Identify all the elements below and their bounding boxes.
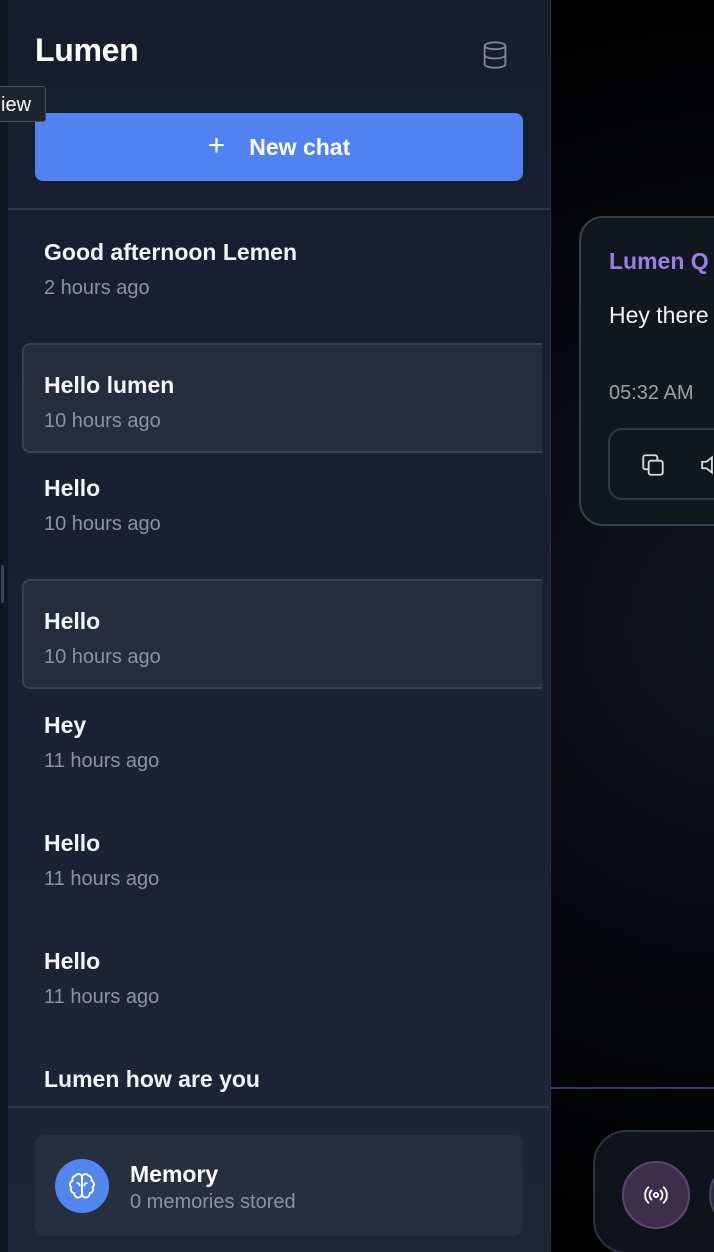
broadcast-icon: [644, 1186, 668, 1204]
chat-title: Hello: [44, 830, 101, 856]
chat-title: Hey: [44, 712, 87, 738]
chat-item[interactable]: Hello lumen 10 hours ago: [22, 343, 542, 453]
divider: [551, 1087, 714, 1089]
chat-title: Hello lumen: [44, 372, 175, 398]
chat-time: 10 hours ago: [44, 646, 161, 668]
chat-title: Lumen how are you: [44, 1066, 260, 1092]
chat-time: 10 hours ago: [44, 410, 161, 432]
message-text: Hey there mind toda: [609, 302, 714, 328]
action-button[interactable]: [709, 1161, 714, 1229]
chat-item[interactable]: Hello 10 hours ago: [22, 446, 534, 556]
brain-icon: [55, 1159, 109, 1213]
tooltip: iew: [0, 86, 47, 122]
resize-handle[interactable]: [1, 565, 4, 603]
left-edge-strip: [0, 0, 8, 1252]
chat-title: Hello: [44, 475, 101, 501]
memory-button[interactable]: Memory 0 memories stored: [35, 1135, 523, 1236]
sidebar: Lumen + New chat Good afternoon Lemen 2 …: [8, 0, 551, 1252]
plus-icon: +: [207, 128, 226, 162]
chat-title: Hello: [44, 948, 101, 974]
chat-item[interactable]: Lumen how are you: [22, 1037, 534, 1092]
chat-time: 11 hours ago: [44, 750, 160, 772]
chat-title: Good afternoon Lemen: [44, 239, 297, 265]
input-bar: [593, 1130, 714, 1252]
chat-time: 11 hours ago: [44, 986, 160, 1008]
chat-item[interactable]: Hello 11 hours ago: [22, 919, 534, 1029]
chat-panel: Lumen Q Hey there mind toda 05:32 AM: [551, 0, 714, 1252]
speaker-icon[interactable]: [700, 452, 714, 478]
new-chat-label: New chat: [249, 133, 351, 160]
chat-item[interactable]: Good afternoon Lemen 2 hours ago: [22, 210, 534, 320]
chat-item[interactable]: Hello 11 hours ago: [22, 801, 534, 911]
memory-count: 0 memories stored: [130, 1191, 296, 1213]
message-time: 05:32 AM: [609, 382, 694, 404]
voice-button[interactable]: [622, 1161, 690, 1229]
message-actions: [608, 428, 714, 500]
chat-item[interactable]: Hey 11 hours ago: [22, 683, 534, 793]
chat-item[interactable]: Hello 10 hours ago: [22, 579, 542, 689]
chat-title: Hello: [44, 608, 101, 634]
divider: [8, 1106, 550, 1108]
assistant-message: Lumen Q Hey there mind toda 05:32 AM: [579, 216, 714, 526]
chat-list: Good afternoon Lemen 2 hours ago Hello l…: [8, 210, 550, 1092]
database-icon[interactable]: [481, 40, 509, 70]
chat-time: 11 hours ago: [44, 868, 160, 890]
chat-time: 10 hours ago: [44, 513, 161, 535]
app-title: Lumen: [35, 32, 139, 68]
new-chat-button[interactable]: + New chat: [35, 113, 523, 181]
memory-title: Memory: [130, 1161, 219, 1187]
chat-time: 2 hours ago: [44, 277, 150, 299]
copy-icon[interactable]: [640, 452, 666, 478]
message-sender: Lumen Q: [609, 248, 709, 274]
